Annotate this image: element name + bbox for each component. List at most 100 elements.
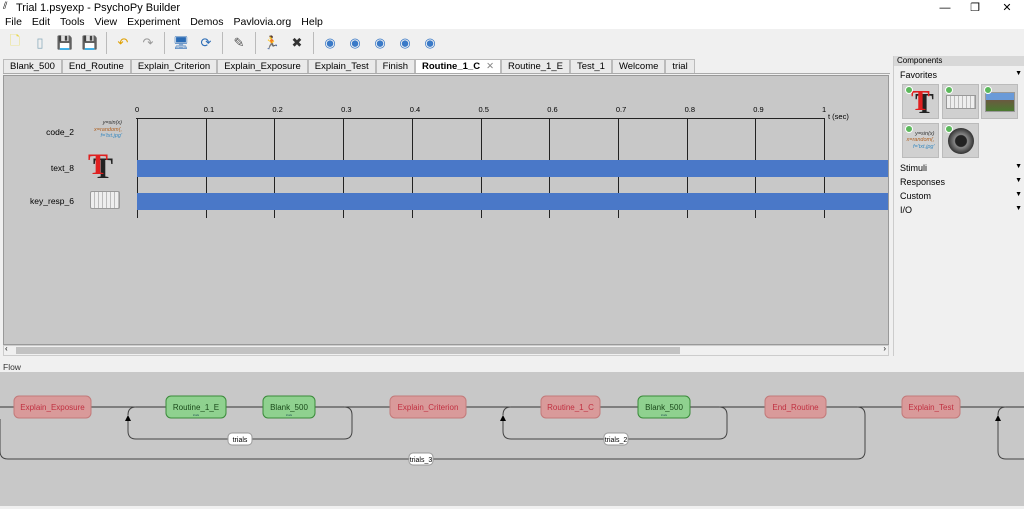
tab-trial[interactable]: trial xyxy=(665,59,695,73)
tab-explain_test[interactable]: Explain_Test xyxy=(307,59,376,73)
monitor-center-button[interactable]: 🖥 xyxy=(170,32,192,54)
tab-finish[interactable]: Finish xyxy=(375,59,415,73)
category-responses[interactable]: Responses ▼ xyxy=(900,177,1022,187)
tab-explain_criterion[interactable]: Explain_Criterion xyxy=(130,59,218,73)
image-component-button[interactable] xyxy=(981,84,1018,119)
pavlovia-user-button[interactable]: ◉ xyxy=(394,32,416,54)
menu-tools[interactable]: Tools xyxy=(55,16,90,29)
run-button[interactable]: 🏃 xyxy=(261,32,283,54)
menu-demos[interactable]: Demos xyxy=(185,16,228,29)
loop-corner xyxy=(502,406,512,416)
scrollbar-thumb[interactable] xyxy=(16,347,680,354)
text-component-button[interactable]: T xyxy=(902,84,939,119)
tab-routine_1_c[interactable]: Routine_1_C ✕ xyxy=(414,59,502,73)
expand-arrow-icon: ▼ xyxy=(1015,163,1022,170)
loop-arrow-icon xyxy=(500,415,506,421)
horizontal-scrollbar[interactable]: ‹ › xyxy=(3,344,889,356)
component-name-key_resp_6[interactable]: key_resp_6 xyxy=(4,196,74,206)
tab-explain_exposure[interactable]: Explain_Exposure xyxy=(217,59,308,73)
component-name-code_2[interactable]: code_2 xyxy=(4,127,74,137)
code-component-icon[interactable]: y=sin(x) x=random(, f='txt.jpg' xyxy=(88,120,122,140)
stop-button[interactable]: ✖ xyxy=(286,32,308,54)
loop-label-trials_2[interactable]: trials_2 xyxy=(605,437,628,444)
keyboard-component-icon[interactable] xyxy=(90,191,120,209)
new-file-button[interactable]: 🗋 xyxy=(4,32,26,54)
tab-label: Explain_Test xyxy=(314,61,369,72)
menu-edit[interactable]: Edit xyxy=(27,16,55,29)
tab-label: trial xyxy=(672,61,688,72)
code-component-button[interactable]: y=sin(x) x=random(, f='txt.jpg' xyxy=(902,123,939,158)
category-stimuli[interactable]: Stimuli ▼ xyxy=(900,163,1022,173)
menu-pavloviaorg[interactable]: Pavlovia.org xyxy=(228,16,296,29)
minimize-button[interactable]: — xyxy=(930,0,960,16)
tab-close-icon[interactable]: ✕ xyxy=(486,61,494,72)
time-tick-label: 0.5 xyxy=(478,105,489,114)
time-tick-label: 0.6 xyxy=(547,105,558,114)
pavlovia-search-button[interactable]: ◉ xyxy=(344,32,366,54)
loop-arrow-icon xyxy=(125,415,131,421)
tab-end_routine[interactable]: End_Routine xyxy=(61,59,131,73)
tab-label: Explain_Exposure xyxy=(224,61,301,72)
time-tick-label: 0.1 xyxy=(203,105,215,114)
menu-view[interactable]: View xyxy=(90,16,123,29)
category-io[interactable]: I/O ▼ xyxy=(900,205,1022,215)
pavlovia-sync-button[interactable]: ◉ xyxy=(319,32,341,54)
component-name-text_8[interactable]: text_8 xyxy=(4,163,74,173)
open-button[interactable]: ▯ xyxy=(29,32,51,54)
loop-path-next[interactable] xyxy=(997,419,1024,460)
loop-label-trials_3[interactable]: trials_3 xyxy=(410,457,433,464)
category-label: Favorites xyxy=(900,70,938,80)
routine-tabs: Blank_500 End_Routine Explain_Criterion Exp… xyxy=(3,59,890,74)
category-custom[interactable]: Custom ▼ xyxy=(900,191,1022,201)
close-button[interactable]: ✕ xyxy=(992,0,1022,16)
category-label: Stimuli xyxy=(900,163,928,173)
tab-label: Welcome xyxy=(618,61,659,72)
pavlovia-user-icon: ◉ xyxy=(399,35,411,50)
compile-script-button[interactable]: ✎ xyxy=(228,32,250,54)
code-component-icon: y=sin(x) x=random(, f='txt.jpg' xyxy=(907,131,935,151)
pavlovia-info-icon: ◉ xyxy=(424,35,436,50)
save-as-button[interactable]: 💾 xyxy=(79,32,101,54)
undo-button[interactable]: ↶ xyxy=(112,32,134,54)
time-tick-label: 0.8 xyxy=(684,105,696,114)
save-button[interactable]: 💾 xyxy=(54,32,76,54)
experiment-settings-icon: ⟳ xyxy=(200,35,212,50)
add-icon xyxy=(945,86,953,94)
tab-routine_1_e[interactable]: Routine_1_E xyxy=(501,59,570,73)
component-duration-bar[interactable] xyxy=(137,193,888,210)
tab-welcome[interactable]: Welcome xyxy=(611,59,666,73)
category-label: I/O xyxy=(900,205,913,215)
routine-label: Blank_500 xyxy=(645,403,683,412)
menu-experiment[interactable]: Experiment xyxy=(122,16,185,29)
code-icon-line: f='txt.jpg' xyxy=(100,133,122,139)
new-file-icon: 🗋 xyxy=(9,33,21,48)
time-tick-label: 0 xyxy=(135,105,140,114)
redo-icon: ↷ xyxy=(142,35,154,50)
expand-arrow-icon: ▼ xyxy=(1015,191,1022,198)
category-label: Responses xyxy=(900,177,946,187)
scroll-right-icon[interactable]: › xyxy=(883,344,886,353)
redo-button[interactable]: ↷ xyxy=(137,32,159,54)
add-icon xyxy=(984,86,992,94)
routine-loop-sublabel: trials xyxy=(286,413,293,417)
tab-label: Blank_500 xyxy=(10,61,55,72)
loop-label-trials[interactable]: trials xyxy=(233,437,248,444)
menu-file[interactable]: File xyxy=(0,16,27,29)
save-as-icon: 💾 xyxy=(81,35,99,50)
tab-test_1[interactable]: Test_1 xyxy=(569,59,612,73)
category-favorites[interactable]: Favorites ▼ xyxy=(900,70,1022,80)
pavlovia-info-button[interactable]: ◉ xyxy=(419,32,441,54)
keyboard-component-button[interactable] xyxy=(942,84,979,119)
routine-canvas[interactable]: 0 0.1 0.2 0.3 0.4 0.5 0.6 0.7 0.8 0.9 1 t (sec) code… xyxy=(3,75,889,345)
tab-blank_500[interactable]: Blank_500 xyxy=(3,59,62,73)
scroll-left-icon[interactable]: ‹ xyxy=(5,344,8,353)
sound-component-button[interactable] xyxy=(942,123,979,158)
text-component-icon[interactable]: T xyxy=(88,150,108,180)
time-tick-label: 0.9 xyxy=(753,105,764,114)
menu-help[interactable]: Help xyxy=(296,16,328,29)
pavlovia-login-button[interactable]: ◉ xyxy=(369,32,391,54)
experiment-settings-button[interactable]: ⟳ xyxy=(195,32,217,54)
maximize-button[interactable]: ❐ xyxy=(960,0,990,16)
time-axis xyxy=(136,118,824,119)
component-duration-bar[interactable] xyxy=(137,160,888,177)
